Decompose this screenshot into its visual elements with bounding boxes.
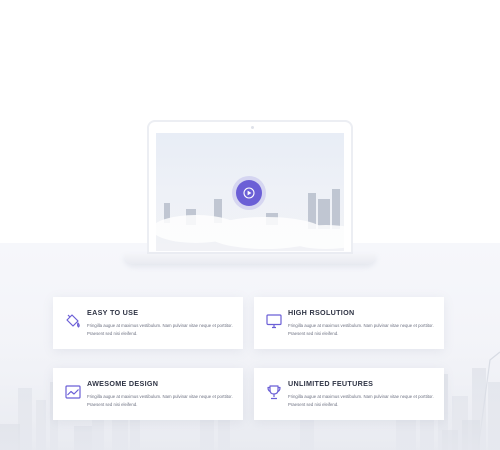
feature-card-easy-to-use: EASY TO USE Fringilla augue at maximus v… (53, 297, 243, 349)
monitor-icon (266, 314, 282, 329)
feature-title: AWESOME DESIGN (87, 379, 159, 388)
feature-title: HIGH RSOLUTION (288, 308, 355, 317)
trophy-icon (267, 385, 281, 400)
feature-card-awesome-design: AWESOME DESIGN Fringilla augue at maximu… (53, 368, 243, 420)
play-button[interactable] (236, 180, 262, 206)
feature-card-high-resolution: HIGH RSOLUTION Fringilla augue at maximu… (254, 297, 444, 349)
paint-bucket-icon (66, 314, 80, 328)
feature-description: Fringilla augue at maximus vestibulum. N… (288, 323, 434, 336)
feature-card-unlimited-features: UNLIMITED FEUTURES Fringilla augue at ma… (254, 368, 444, 420)
laptop-camera (251, 126, 254, 129)
laptop-base (124, 254, 376, 264)
feature-description: Fringilla augue at maximus vestibulum. N… (87, 323, 233, 336)
feature-description: Fringilla augue at maximus vestibulum. N… (288, 394, 434, 407)
feature-title: UNLIMITED FEUTURES (288, 379, 374, 388)
feature-title: EASY TO USE (87, 308, 139, 317)
chart-image-icon (65, 385, 81, 399)
feature-description: Fringilla augue at maximus vestibulum. N… (87, 394, 233, 407)
play-icon (243, 187, 255, 199)
